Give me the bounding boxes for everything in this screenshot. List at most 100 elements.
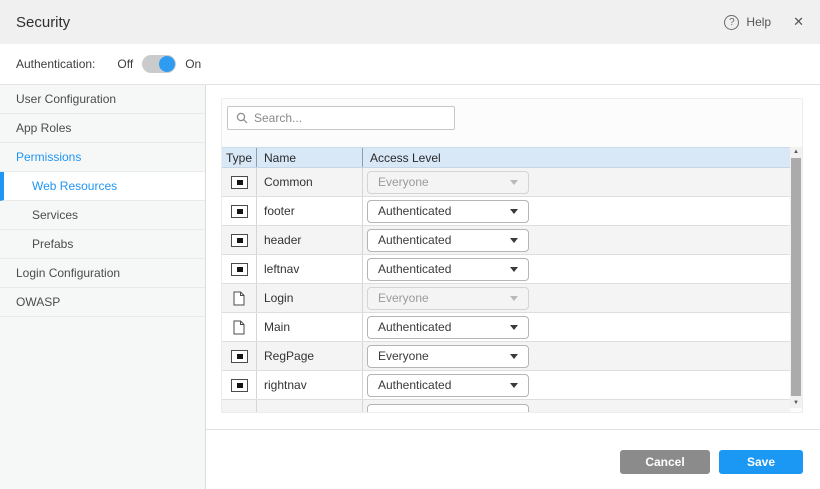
resource-name: Login — [257, 284, 363, 312]
partial-icon — [231, 350, 248, 363]
access-level-value: Authenticated — [378, 233, 451, 247]
access-level-cell: Authenticated — [363, 226, 790, 254]
vertical-scrollbar[interactable]: ▲ ▼ — [790, 147, 802, 408]
type-cell — [222, 226, 257, 254]
type-cell — [222, 168, 257, 196]
sidebar-item-services[interactable]: Services — [0, 201, 205, 230]
resource-name: footer — [257, 197, 363, 225]
table-row: footer Authenticated — [222, 197, 790, 226]
access-level-value: Everyone — [378, 175, 429, 189]
access-level-cell: Authenticated — [363, 313, 790, 341]
page-icon — [233, 291, 245, 306]
type-cell — [222, 400, 257, 413]
web-resources-panel: Type Name Access Level Common Everyone foo… — [221, 98, 803, 413]
search-input[interactable] — [254, 111, 446, 125]
title-bar: Security ? Help ✕ — [0, 0, 820, 44]
access-level-cell: Everyone — [363, 284, 790, 312]
access-level-select[interactable]: Authenticated — [367, 374, 529, 397]
resources-table: Type Name Access Level Common Everyone foo… — [222, 147, 790, 413]
access-level-value: Everyone — [378, 291, 429, 305]
resource-name: Main — [257, 313, 363, 341]
access-level-value: Everyone — [378, 349, 429, 363]
sidebar-item-label: Prefabs — [32, 237, 73, 251]
column-header-type: Type — [222, 148, 257, 167]
sidebar-item-label: Permissions — [16, 150, 81, 164]
type-cell — [222, 342, 257, 370]
sidebar-item-label: Login Configuration — [16, 266, 120, 280]
resource-name: Common — [257, 168, 363, 196]
save-button[interactable]: Save — [719, 450, 803, 474]
type-cell — [222, 284, 257, 312]
access-level-select[interactable]: Authenticated — [367, 229, 529, 252]
toggle-off-label: Off — [117, 57, 133, 71]
help-icon: ? — [724, 15, 739, 30]
table-body: CommonEveryonefooterAuthenticatedheaderA… — [222, 168, 790, 413]
chevron-down-icon — [510, 296, 518, 301]
table-row: RegPage Everyone — [222, 342, 790, 371]
close-icon[interactable]: ✕ — [793, 14, 804, 30]
table-row: rightnavAuthenticated — [222, 371, 790, 400]
chevron-down-icon — [510, 267, 518, 272]
table-row: Main Authenticated — [222, 313, 790, 342]
search-box[interactable] — [227, 106, 455, 130]
sidebar-item-login-configuration[interactable]: Login Configuration — [0, 259, 205, 288]
sidebar-item-app-roles[interactable]: App Roles — [0, 114, 205, 143]
access-level-cell: Authenticated — [363, 371, 790, 399]
resource-name: leftnav — [257, 255, 363, 283]
resource-name: RegPage — [257, 342, 363, 370]
authentication-bar: Authentication: Off On — [0, 44, 820, 85]
sidebar: User Configuration App Roles Permissions We… — [0, 85, 206, 489]
table-header: Type Name Access Level — [222, 147, 790, 168]
toggle-on-label: On — [185, 57, 201, 71]
partial-icon — [231, 176, 248, 189]
access-level-select[interactable]: Authenticated — [367, 200, 529, 223]
sidebar-item-label: Services — [32, 208, 78, 222]
sidebar-item-user-configuration[interactable]: User Configuration — [0, 85, 205, 114]
table-row: Common Everyone — [222, 168, 790, 197]
search-icon — [236, 112, 248, 124]
access-level-select — [367, 404, 529, 413]
chevron-down-icon — [510, 180, 518, 185]
scroll-up-icon[interactable]: ▲ — [790, 147, 802, 157]
access-level-select[interactable]: Everyone — [367, 345, 529, 368]
access-level-select[interactable]: Authenticated — [367, 316, 529, 339]
sidebar-item-prefabs[interactable]: Prefabs — [0, 230, 205, 259]
column-header-access-level: Access Level — [363, 148, 790, 167]
access-level-select: Everyone — [367, 287, 529, 310]
access-level-cell: Authenticated — [363, 255, 790, 283]
access-level-select[interactable]: Authenticated — [367, 258, 529, 281]
sidebar-item-permissions[interactable]: Permissions — [0, 143, 205, 172]
table-row: leftnav Authenticated — [222, 255, 790, 284]
type-cell — [222, 255, 257, 283]
cancel-button[interactable]: Cancel — [620, 450, 710, 474]
chevron-down-icon — [510, 209, 518, 214]
access-level-select: Everyone — [367, 171, 529, 194]
authentication-label: Authentication: — [16, 57, 95, 71]
access-level-value: Authenticated — [378, 262, 451, 276]
partial-icon — [231, 263, 248, 276]
security-dialog: Security ? Help ✕ Authentication: Off On… — [0, 0, 820, 489]
access-level-cell — [363, 400, 790, 413]
table-row-clipped — [222, 400, 790, 413]
table-row: Login Everyone — [222, 284, 790, 313]
scroll-down-icon[interactable]: ▼ — [790, 398, 802, 408]
scrollbar-thumb[interactable] — [791, 158, 801, 396]
type-cell — [222, 197, 257, 225]
sidebar-item-web-resources[interactable]: Web Resources — [0, 172, 205, 201]
access-level-value: Authenticated — [378, 320, 451, 334]
authentication-toggle[interactable] — [142, 55, 176, 73]
toggle-knob — [159, 56, 175, 72]
sidebar-item-owasp[interactable]: OWASP — [0, 288, 205, 317]
partial-icon — [231, 379, 248, 392]
sidebar-item-label: Web Resources — [32, 179, 117, 193]
chevron-down-icon — [510, 325, 518, 330]
table-row: headerAuthenticated — [222, 226, 790, 255]
partial-icon — [231, 234, 248, 247]
type-cell — [222, 371, 257, 399]
sidebar-item-label: App Roles — [16, 121, 71, 135]
access-level-value: Authenticated — [378, 204, 451, 218]
chevron-down-icon — [510, 354, 518, 359]
page-icon — [233, 320, 245, 335]
page-title: Security — [16, 14, 70, 31]
help-button[interactable]: ? Help — [724, 15, 771, 30]
